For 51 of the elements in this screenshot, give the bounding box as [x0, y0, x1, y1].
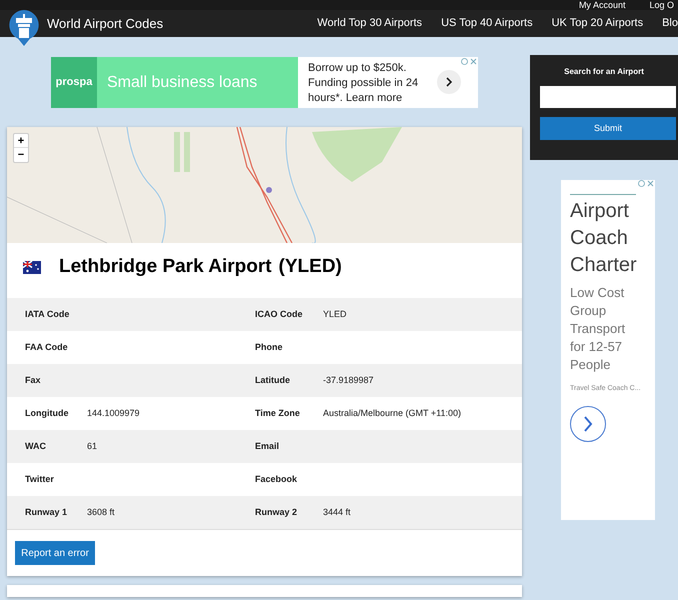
field-label: ICAO Code [255, 308, 304, 321]
field-label: Twitter [24, 472, 55, 486]
australia-flag-icon [23, 260, 41, 274]
nav-link[interactable]: UK Top 20 Airports [552, 15, 644, 32]
field-label: Phone [255, 340, 284, 354]
field-value: Australia/Melbourne (GMT +11:00) [323, 406, 461, 420]
field-label: Time Zone [255, 406, 301, 420]
zoom-in-button[interactable]: + [14, 134, 28, 148]
submit-button[interactable]: Submit [540, 117, 676, 140]
report-error-button[interactable]: Report an error [15, 541, 95, 565]
ad-headline: Airport Coach Charter [570, 199, 638, 278]
airport-tower-logo-icon[interactable] [7, 8, 41, 48]
banner-ad[interactable]: prospa Small business loans Borrow up to $250k. Funding possible in 24 hours*. Learn more [51, 57, 478, 108]
chevron-button[interactable] [570, 406, 606, 442]
field-value: 144.1009979 [87, 406, 141, 420]
nav-link[interactable]: Blo [662, 15, 678, 32]
chevron-right-icon [583, 416, 593, 432]
ad-close-icon[interactable] [638, 180, 654, 187]
field-label: WAC [24, 440, 47, 453]
map-background[interactable]: + − [7, 127, 522, 243]
field-value: -37.9189987 [323, 374, 374, 387]
field-label: Longitude [24, 406, 70, 420]
airport-name: Lethbridge Park Airport [59, 254, 272, 279]
field-value: YLED [323, 308, 347, 321]
field-value: 61 [87, 440, 98, 453]
ad-close-icon[interactable] [461, 58, 477, 65]
field-label: FAA Code [24, 340, 69, 354]
field-label: Latitude [255, 374, 291, 387]
nav-link[interactable]: World Top 30 Airports [317, 15, 422, 32]
site-title[interactable]: World Airport Codes [47, 14, 164, 34]
ad-text: Low Cost Group Transport for 12-57 People [570, 284, 626, 374]
account-link[interactable]: Log O [649, 1, 674, 10]
account-link[interactable]: My Account [578, 1, 626, 10]
field-label: Runway 1 [24, 506, 68, 519]
ad-text: Borrow up to $250k. Funding possible in 24 hours*. Learn more [307, 61, 420, 106]
chevron-right-icon [445, 77, 453, 87]
field-label: Runway 2 [255, 506, 298, 519]
field-label: Facebook [255, 472, 298, 486]
field-label: IATA Code [24, 308, 70, 321]
ad-headline: Small business loans [97, 57, 298, 108]
field-label: Fax [24, 374, 42, 387]
airport-code: (YLED) [278, 254, 342, 279]
field-value: 3608 ft [87, 506, 116, 519]
chevron-button[interactable] [437, 70, 461, 94]
field-value: 3444 ft [323, 506, 351, 519]
search-title: Search for an Airport [563, 66, 645, 78]
ad-brand: prospa [51, 57, 97, 108]
nav-link[interactable]: US Top 40 Airports [441, 15, 533, 32]
search-field[interactable] [540, 86, 676, 108]
zoom-out-button[interactable]: − [14, 148, 28, 162]
field-label: Email [255, 440, 280, 453]
